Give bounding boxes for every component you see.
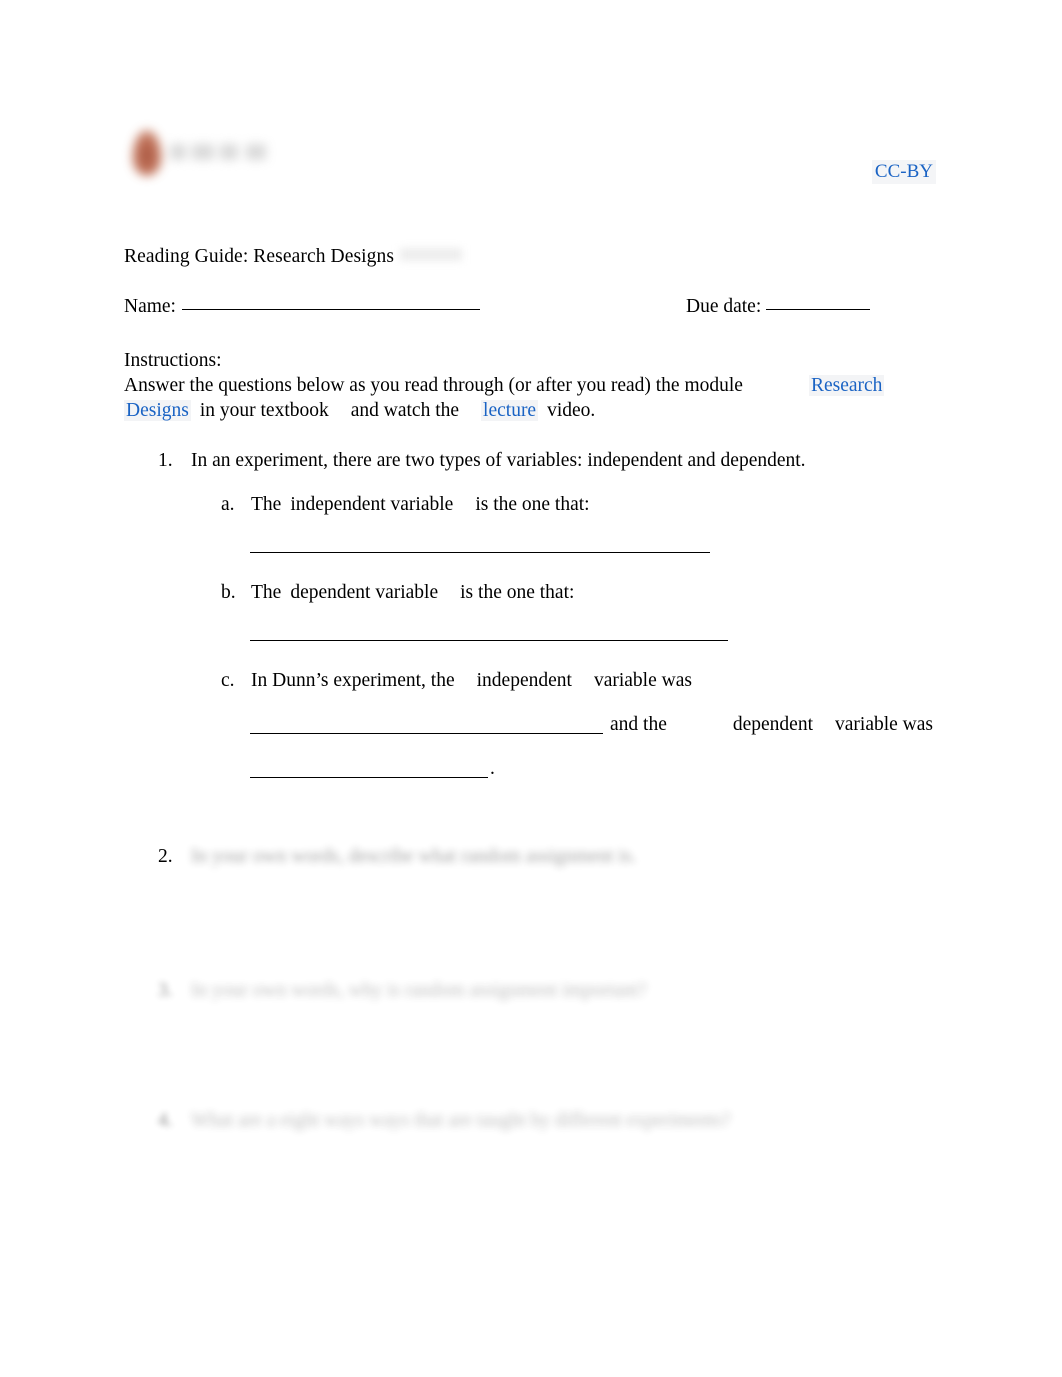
question-1c-andthe: and the <box>610 714 667 735</box>
question-1-text: In an experiment, there are two types of… <box>191 450 806 471</box>
question-1c-suffix: variable was <box>593 670 692 691</box>
page-title-text: Reading Guide: Research Designs <box>124 246 395 267</box>
question-1a: a. The independent variable is the one that… <box>221 494 590 516</box>
question-3-number: 3. <box>158 980 173 1001</box>
question-1c-answer-blank-2[interactable] <box>250 777 488 778</box>
document-page: CC-BY Reading Guide: Research Designs Na… <box>0 0 1062 1377</box>
question-1c-period: . <box>490 758 495 779</box>
title-redacted-suffix <box>400 248 463 261</box>
question-1b-term: dependent variable <box>290 582 439 603</box>
page-title: Reading Guide: Research Designs <box>124 246 463 268</box>
link-lecture[interactable]: lecture <box>481 400 539 421</box>
logo-flame-icon <box>132 130 162 176</box>
instructions-video-text: video. <box>547 400 596 421</box>
name-input-blank[interactable] <box>181 309 480 310</box>
question-1b-answer-blank[interactable] <box>250 640 728 641</box>
question-1a-answer-blank[interactable] <box>250 552 710 553</box>
question-1a-label: a. <box>221 494 235 515</box>
question-2-number: 2. <box>158 846 173 867</box>
question-1b-prefix: The <box>251 582 282 603</box>
institution-logo <box>124 126 284 188</box>
question-1b-label: b. <box>221 582 236 603</box>
link-research-designs-part1[interactable]: Research <box>808 375 885 396</box>
question-1c-prefix: In Dunn’s experiment, the <box>251 670 455 691</box>
question-1c: c. In Dunn’s experiment, the independent va… <box>221 670 692 692</box>
question-1c-answer-blank-1[interactable] <box>250 733 603 734</box>
question-4: 4. What are a eight ways ways that are ta… <box>158 1110 730 1132</box>
instructions-block: Instructions: Answer the questions below… <box>124 348 924 423</box>
question-1a-prefix: The <box>251 494 282 515</box>
question-1c-line-2: and the dependent variable was <box>610 714 933 736</box>
question-1: 1. In an experiment, there are two types … <box>158 450 806 472</box>
question-3: 3. In your own words, why is random assig… <box>158 980 646 1002</box>
question-1b: b. The dependent variable is the one that: <box>221 582 574 604</box>
question-4-number: 4. <box>158 1110 173 1131</box>
question-1-number: 1. <box>158 450 173 471</box>
question-1c-label: c. <box>221 670 235 691</box>
instructions-line-2: Answer the questions below as you read t… <box>124 373 924 398</box>
instructions-watch-text: and watch the <box>350 400 460 421</box>
due-date-field-row: Due date: <box>686 296 871 318</box>
question-2: 2. In your own words, describe what rando… <box>158 846 636 868</box>
cc-by-license-link[interactable]: CC-BY <box>871 160 936 184</box>
question-3-text: In your own words, why is random assignm… <box>191 980 647 1001</box>
question-4-text: What are a eight ways ways that are taug… <box>191 1110 731 1131</box>
question-1c-term-dependent: dependent <box>732 714 813 735</box>
question-2-text: In your own words, describe what random … <box>191 846 637 867</box>
question-1c-term-independent: independent <box>476 670 572 691</box>
due-date-input-blank[interactable] <box>766 309 871 310</box>
question-1b-suffix: is the one that: <box>460 582 575 603</box>
instructions-line-3: Designs in your textbook and watch the lect… <box>124 398 924 423</box>
question-1a-term: independent variable <box>290 494 454 515</box>
due-date-label: Due date: <box>686 296 762 317</box>
instructions-line-2-text: Answer the questions below as you read t… <box>124 375 743 396</box>
instructions-heading: Instructions: <box>124 350 222 371</box>
link-research-designs-part2[interactable]: Designs <box>124 400 191 421</box>
question-1c-suffix-2: variable was <box>835 714 933 735</box>
name-field-row: Name: <box>124 296 480 318</box>
question-1a-suffix: is the one that: <box>475 494 590 515</box>
name-label: Name: <box>124 296 176 317</box>
instructions-textbook-text: in your textbook <box>199 400 329 421</box>
page-header: CC-BY <box>124 118 936 196</box>
logo-wordmark <box>170 144 276 160</box>
